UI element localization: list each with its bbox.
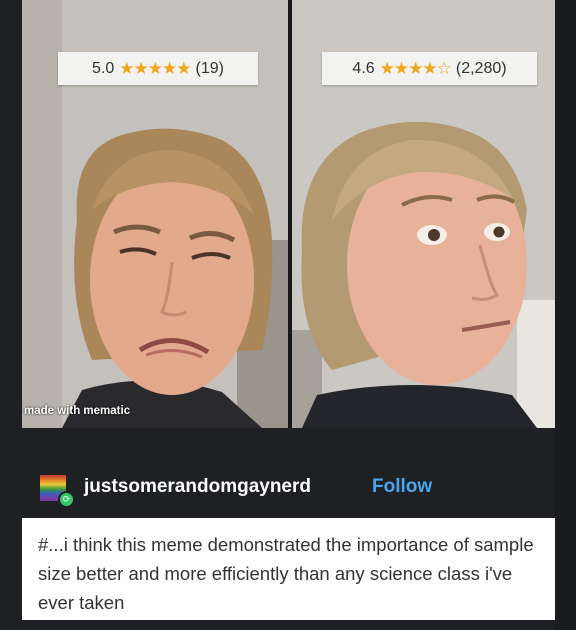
post-tags: #...i think this meme demonstrated the i… [22, 518, 555, 620]
reblog-icon: ⟳ [58, 491, 75, 508]
meme-image: 5.0 ★★★★★ (19) made with mematic 4.6 ★★★… [22, 0, 555, 428]
right-rating-count: (2,280) [455, 59, 507, 77]
follow-button[interactable]: Follow [372, 476, 432, 498]
scroll-edge [555, 0, 576, 630]
right-rating-score: 4.6 [352, 59, 375, 77]
right-rating-box: 4.6 ★★★★☆ (2,280) [322, 52, 537, 85]
right-panel: 4.6 ★★★★☆ (2,280) [292, 0, 555, 428]
mematic-watermark: made with mematic [24, 405, 131, 417]
left-star-icons: ★★★★★ [119, 58, 191, 78]
post-header: ⟳ justsomerandomgaynerd Follow [22, 428, 555, 518]
left-rating-box: 5.0 ★★★★★ (19) [58, 52, 258, 85]
tag-text[interactable]: #...i think this meme demonstrated the i… [38, 530, 543, 617]
username-link[interactable]: justsomerandomgaynerd [84, 476, 311, 498]
left-rating-score: 5.0 [92, 59, 115, 77]
left-rating-count: (19) [195, 59, 224, 77]
right-star-icons: ★★★★☆ [379, 58, 452, 78]
left-panel: 5.0 ★★★★★ (19) made with mematic [22, 0, 288, 428]
